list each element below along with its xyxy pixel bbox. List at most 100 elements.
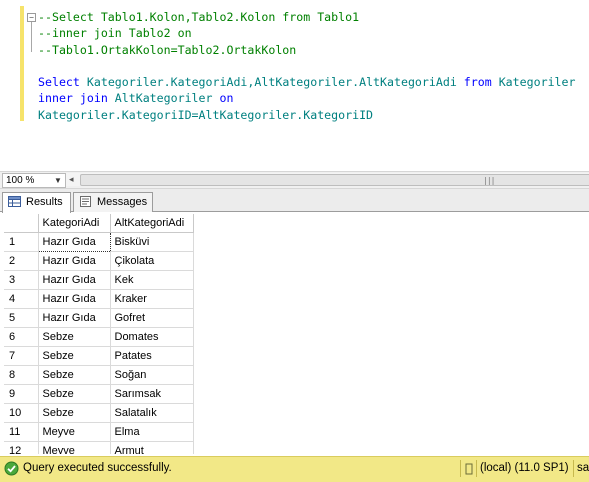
cell-kategori-adi[interactable]: Sebze [38,365,111,385]
table-header-row: KategoriAdi AltKategoriAdi [4,214,194,233]
cell-kategori-adi[interactable]: Sebze [38,384,111,404]
cell-alt-kategori-adi[interactable]: Çikolata [110,251,194,271]
table-row[interactable]: 1 Hazır Gıda Bisküvi [4,232,194,252]
login-name: sa [577,462,589,474]
table-row[interactable]: 9 Sebze Sarımsak [4,384,194,404]
editor-zoom-bar: 100 % ▼ ◂ ||| [0,171,589,189]
status-message: Query executed successfully. [23,462,172,474]
table-row[interactable]: 4 Hazır Gıda Kraker [4,289,194,309]
results-grid[interactable]: KategoriAdi AltKategoriAdi 1 Hazır Gıda Bi… [4,214,195,454]
code-line[interactable]: Kategoriler.KategoriID=AltKategoriler.Ka… [38,107,575,123]
table-row[interactable]: 8 Sebze Soğan [4,365,194,385]
sql-keyword: from [463,75,499,90]
row-number[interactable]: 5 [4,308,39,328]
table-row[interactable]: 5 Hazır Gıda Gofret [4,308,194,328]
server-name: (local) (11.0 SP1) [480,462,569,474]
cell-kategori-adi[interactable]: Sebze [38,403,111,423]
sql-keyword: on [219,91,234,106]
cell-alt-kategori-adi[interactable]: Armut [110,441,194,454]
cell-kategori-adi[interactable]: Meyve [38,441,111,454]
table-row[interactable]: 2 Hazır Gıda Çikolata [4,251,194,271]
scroll-left-icon[interactable]: ◂ [69,173,74,186]
cell-alt-kategori-adi[interactable]: Sarımsak [110,384,194,404]
row-number[interactable]: 8 [4,365,39,385]
tab-results[interactable]: Results [2,192,71,213]
row-number-header[interactable] [4,214,39,233]
row-number[interactable]: 3 [4,270,39,290]
cell-alt-kategori-adi[interactable]: Patates [110,346,194,366]
status-separator [476,460,477,477]
table-row[interactable]: 6 Sebze Domates [4,327,194,347]
query-editor[interactable]: − --Select Tablo1.Kolon,Tablo2.Kolon fro… [0,0,589,171]
messages-icon [80,195,91,207]
server-icon [465,463,473,475]
zoom-value: 100 % [6,175,35,186]
column-header[interactable]: AltKategoriAdi [110,214,194,233]
code-line[interactable]: --Select Tablo1.Kolon,Tablo2.Kolon from … [38,9,575,25]
row-number[interactable]: 6 [4,327,39,347]
cell-kategori-adi[interactable]: Hazır Gıda [38,270,111,290]
cell-kategori-adi[interactable]: Sebze [38,346,111,366]
scrollbar-grip-icon: ||| [483,176,495,185]
cell-alt-kategori-adi[interactable]: Soğan [110,365,194,385]
code-line[interactable]: Select Kategoriler.KategoriAdi,AltKatego… [38,74,575,90]
cell-alt-kategori-adi[interactable]: Bisküvi [110,232,194,252]
results-table: KategoriAdi AltKategoriAdi 1 Hazır Gıda Bi… [4,214,194,454]
table-row[interactable]: 12 Meyve Armut [4,441,194,454]
cell-alt-kategori-adi[interactable]: Elma [110,422,194,442]
table-row[interactable]: 3 Hazır Gıda Kek [4,270,194,290]
row-number[interactable]: 2 [4,251,39,271]
cell-alt-kategori-adi[interactable]: Gofret [110,308,194,328]
tab-messages-label: Messages [97,196,148,208]
column-header[interactable]: KategoriAdi [38,214,111,233]
tab-results-label: Results [26,196,63,208]
scrollbar-thumb[interactable]: ||| [80,174,589,186]
code-line[interactable]: --Tablo1.OrtakKolon=Tablo2.OrtakKolon [38,42,575,58]
code-line[interactable]: --inner join Tablo2 on [38,25,575,41]
sql-identifier: Kategoriler.KategoriAdi,AltKategoriler.A… [86,75,464,90]
horizontal-scrollbar[interactable]: ◂ ||| [66,173,589,186]
outline-fold-line [31,22,32,52]
sql-identifier: Kategoriler [498,75,576,90]
tab-messages[interactable]: Messages [73,192,153,212]
cell-kategori-adi[interactable]: Hazır Gıda [38,289,111,309]
table-row[interactable]: 10 Sebze Salatalık [4,403,194,423]
code-line[interactable]: inner join AltKategoriler on [38,90,575,106]
collapse-region-icon[interactable]: − [27,13,36,22]
cell-kategori-adi[interactable]: Hazır Gıda [37,232,111,252]
row-number[interactable]: 9 [4,384,39,404]
chevron-down-icon[interactable]: ▼ [52,174,64,187]
cell-kategori-adi[interactable]: Hazır Gıda [38,251,111,271]
sql-comment: --Tablo1.OrtakKolon=Tablo2.OrtakKolon [38,42,297,57]
row-number[interactable]: 10 [4,403,39,423]
cell-alt-kategori-adi[interactable]: Salatalık [110,403,194,423]
cell-kategori-adi[interactable]: Sebze [38,327,111,347]
cell-kategori-adi[interactable]: Meyve [38,422,111,442]
sql-identifier: AltKategoriler [114,91,220,106]
sql-keyword: Select [38,75,87,90]
success-check-icon [4,461,19,476]
row-number[interactable]: 4 [4,289,39,309]
code-text[interactable]: --Select Tablo1.Kolon,Tablo2.Kolon from … [38,9,575,123]
table-row[interactable]: 11 Meyve Elma [4,422,194,442]
results-grid-icon [8,195,21,207]
row-number[interactable]: 7 [4,346,39,366]
status-separator [460,460,461,477]
cell-alt-kategori-adi[interactable]: Kek [110,270,194,290]
sql-comment: --inner join Tablo2 on [38,26,192,41]
row-number[interactable]: 11 [4,422,39,442]
change-tracking-bar [20,6,24,121]
results-tabstrip: Results Messages [0,189,589,213]
cell-kategori-adi[interactable]: Hazır Gıda [38,308,111,328]
row-number[interactable]: 1 [4,232,39,252]
cell-alt-kategori-adi[interactable]: Domates [110,327,194,347]
status-separator [573,460,574,477]
cell-alt-kategori-adi[interactable]: Kraker [110,289,194,309]
code-line[interactable]: ​ [38,58,575,74]
sql-comment: --Select Tablo1.Kolon,Tablo2.Kolon from … [38,10,360,24]
row-number[interactable]: 12 [4,441,39,454]
table-row[interactable]: 7 Sebze Patates [4,346,194,366]
sql-keyword: inner join [38,91,115,106]
status-bar: Query executed successfully. (local) (11… [0,456,589,482]
zoom-select[interactable]: 100 % ▼ [2,173,66,188]
